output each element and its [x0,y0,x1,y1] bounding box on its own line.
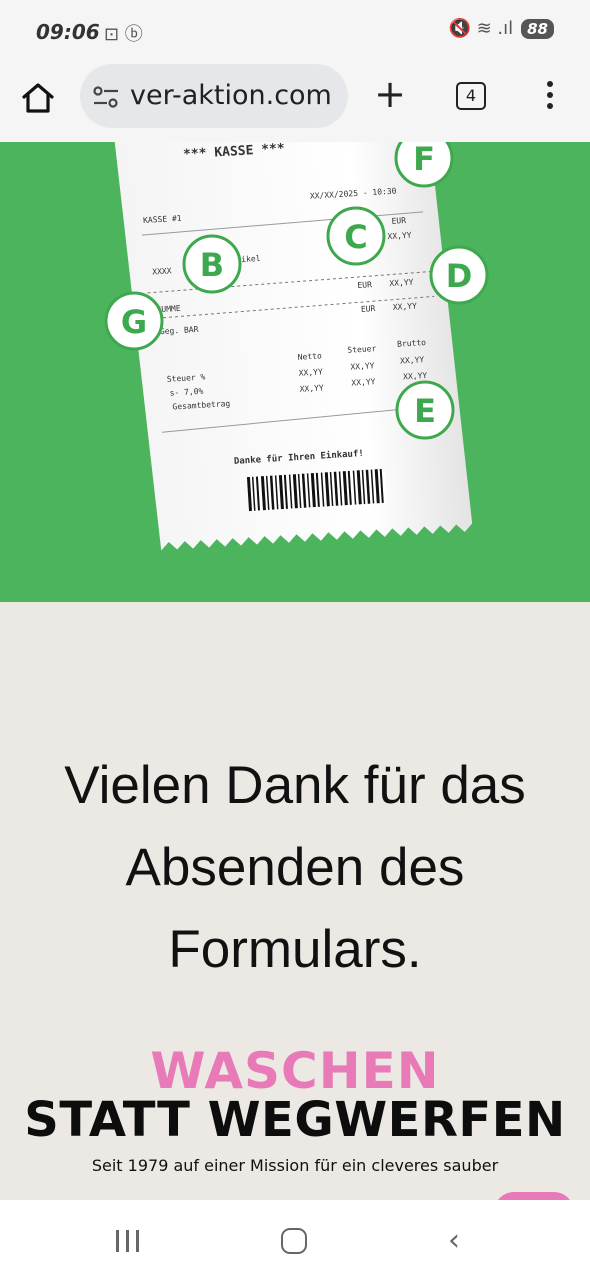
receipt-paid-amount: XX,YY [393,301,418,311]
status-bar: 09:06 ⊡ ⓑ 🔇 ≋ .ıl 88 [0,0,590,62]
receipt-cell: XX,YY [350,361,375,371]
svg-text:F: F [413,142,435,178]
svg-text:B: B [200,246,224,284]
back-chevron-icon[interactable]: ‹ [448,1226,460,1256]
receipt-graphic: *** KASSE *** KASSE #1 XX/XX/2025 - 10:3… [104,142,489,551]
browser-toolbar: ver-aktion.com + 4 [0,62,590,142]
receipt-paid-currency: EUR [361,304,376,314]
svg-text:C: C [344,218,367,256]
receipt-col-steuer: Steuer [347,344,377,355]
receipt-sum-currency: EUR [357,280,372,290]
home-pill-icon[interactable] [281,1228,307,1254]
thank-you-line: Vielen Dank für das [64,756,526,815]
address-bar[interactable]: ver-aktion.com [80,64,348,128]
brand-tagline: Seit 1979 auf einer Mission für ein clev… [91,1156,499,1175]
marker-g: G [104,291,164,351]
recent-apps-icon[interactable] [116,1230,142,1252]
svg-text:E: E [414,392,436,430]
receipt-cell: XX,YY [351,377,376,387]
marker-d: D [429,245,489,305]
tune-icon[interactable] [92,84,120,110]
receipt-item-amount: XX,YY [387,231,412,241]
receipt-cell: XX,YY [403,371,428,381]
system-nav-bar: ‹ [0,1200,590,1279]
receipt-item-line: XXXX [152,266,172,276]
thank-you-line: Formulars. [168,920,422,979]
brand-logo-line2: STATT WEGWERFEN [24,1092,566,1148]
url-text[interactable]: ver-aktion.com [130,80,332,111]
notification-icons: ⊡ ⓑ [104,24,143,45]
status-right-group: 🔇 ≋ .ıl 88 [448,18,554,39]
receipt-col-brutto: Brutto [397,338,427,349]
thank-you-line: Absenden des [125,838,465,897]
battery-icon: 88 [521,18,554,39]
receipt-currency: EUR [391,216,406,226]
receipt-sum-amount: XX,YY [389,278,414,288]
receipt-col-netto: Netto [297,351,322,361]
home-icon[interactable] [20,80,56,116]
marker-f: F [394,142,454,188]
svg-text:G: G [121,303,147,341]
receipt-cell: XX,YY [299,383,324,393]
marker-c: C [326,206,386,266]
receipt-cell: XX,YY [400,355,425,365]
receipt-cell: XX,YY [298,367,323,377]
thank-you-heading: Vielen Dank für das Absenden des Formula… [0,745,590,991]
hero-receipt-illustration: *** KASSE *** KASSE #1 XX/XX/2025 - 10:3… [0,142,590,602]
signal-icons: 🔇 ≋ .ıl [448,18,514,39]
new-tab-button[interactable]: + [372,75,408,116]
marker-e: E [395,380,455,440]
svg-text:D: D [446,257,473,295]
marker-b: B [182,234,242,294]
more-vert-icon[interactable] [536,78,564,114]
tab-switcher-button[interactable]: 4 [456,82,486,110]
status-time: 09:06 [36,20,100,44]
